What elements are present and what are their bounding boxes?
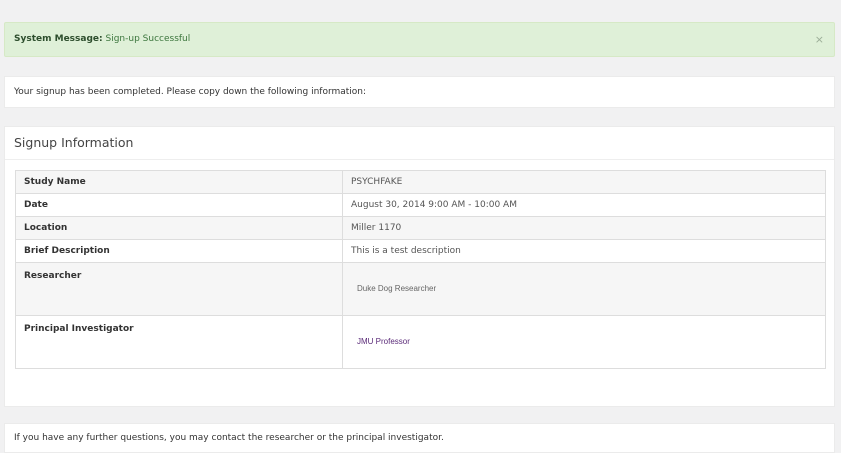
row-key-researcher: Researcher [15,262,343,316]
row-key-study-name: Study Name [15,170,343,194]
table-row: Brief Description This is a test descrip… [15,239,826,263]
signup-info-panel: Signup Information Study Name PSYCHFAKE … [4,126,835,407]
row-value-study-name: PSYCHFAKE [342,170,826,194]
table-row: Location Miller 1170 [15,216,826,240]
alert-text: Sign-up Successful [105,34,191,44]
table-row: Principal Investigator JMU Professor [15,315,826,369]
signup-info-table: Study Name PSYCHFAKE Date August 30, 201… [15,170,826,369]
signup-complete-message: Your signup has been completed. Please c… [14,87,367,97]
signup-complete-panel: Your signup has been completed. Please c… [4,76,835,108]
alert-label: System Message: [14,34,103,44]
row-value-location: Miller 1170 [342,216,826,240]
researcher-name: Duke Dog Researcher [357,284,437,293]
signup-info-heading: Signup Information [5,127,834,160]
row-key-location: Location [15,216,343,240]
close-icon[interactable]: × [815,23,824,56]
row-value-researcher: Duke Dog Researcher [342,262,826,316]
row-value-date: August 30, 2014 9:00 AM - 10:00 AM [342,193,826,217]
row-key-principal-investigator: Principal Investigator [15,315,343,369]
table-row: Study Name PSYCHFAKE [15,170,826,194]
row-key-date: Date [15,193,343,217]
contact-info-panel: If you have any further questions, you m… [4,423,835,453]
row-value-principal-investigator: JMU Professor [342,315,826,369]
principal-investigator-link[interactable]: JMU Professor [351,337,410,346]
row-value-brief-description: This is a test description [342,239,826,263]
contact-message: If you have any further questions, you m… [14,433,444,443]
row-key-brief-description: Brief Description [15,239,343,263]
system-message-alert: System Message: Sign-up Successful × [4,22,835,57]
table-row: Date August 30, 2014 9:00 AM - 10:00 AM [15,193,826,217]
table-row: Researcher Duke Dog Researcher [15,262,826,316]
